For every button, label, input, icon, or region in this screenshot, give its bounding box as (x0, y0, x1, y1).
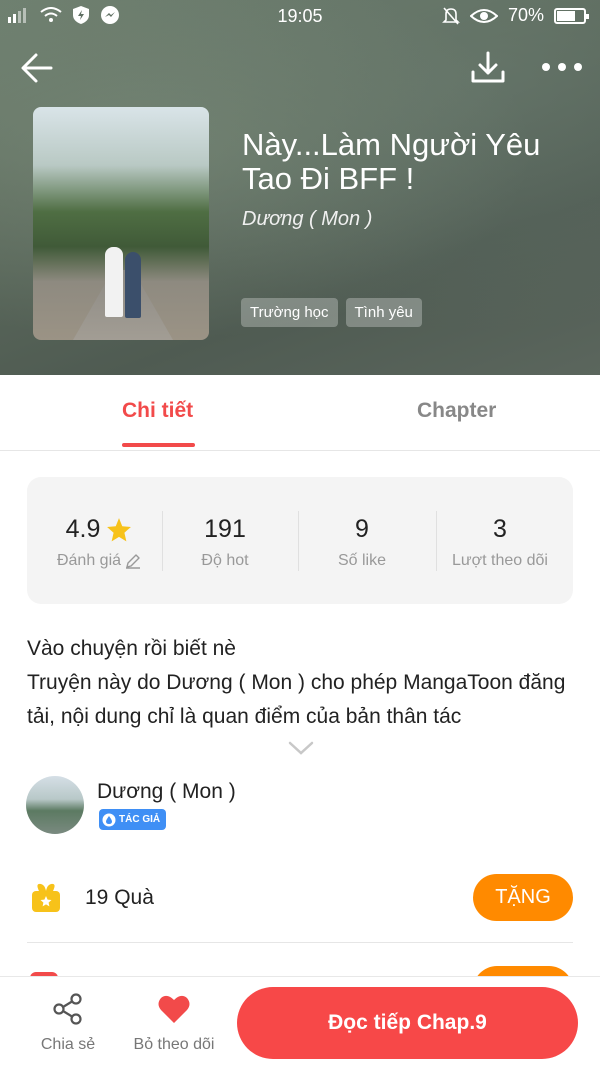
gift-count: 19 Quà (85, 886, 154, 909)
genre-tag[interactable]: Tình yêu (345, 298, 422, 327)
likes-label: Số like (337, 552, 387, 569)
author-name[interactable]: Dương ( Mon ) (97, 780, 236, 804)
gift-icon (32, 883, 60, 912)
author-avatar[interactable] (26, 776, 84, 834)
likes-value: 9 (355, 515, 369, 543)
star-icon (107, 517, 132, 541)
stat-hot: 191 Độ hot (157, 515, 293, 570)
rating-label: Đánh giá (56, 552, 122, 569)
unfollow-button[interactable]: Bỏ theo dõi (126, 993, 222, 1054)
unfollow-label: Bỏ theo dõi (133, 1036, 215, 1053)
description-line: Truyện này do Dương ( Mon ) cho phép Man… (27, 671, 566, 728)
description[interactable]: Vào chuyện rồi biết nè Truyện này do Dươ… (27, 632, 587, 734)
genre-tag[interactable]: Trường học (241, 298, 338, 327)
share-button[interactable]: Chia sẻ (30, 993, 106, 1054)
download-icon[interactable] (468, 48, 508, 88)
tab-bar: Chi tiết Chapter (0, 375, 600, 451)
cover-road (73, 270, 173, 340)
tab-active-indicator (122, 443, 195, 447)
heart-icon (158, 995, 190, 1023)
header-banner: 19:05 70% Này...Làm Người Yêu Tao Đi BFF… (0, 0, 600, 375)
tab-chapter[interactable]: Chapter (417, 399, 496, 423)
followers-value: 3 (493, 515, 507, 543)
divider (27, 942, 573, 943)
give-gift-button[interactable]: TẶNG (473, 874, 573, 921)
eye-icon (469, 8, 498, 23)
author-badge: TÁC GIẢ (99, 809, 167, 830)
stat-likes: 9 Số like (294, 515, 430, 570)
stat-rating[interactable]: 4.9 Đánh giá (31, 515, 167, 570)
share-icon (53, 993, 82, 1025)
bottom-action-bar: Chia sẻ Bỏ theo dõi Đọc tiếp Chap.9 (0, 976, 600, 1067)
share-label: Chia sẻ (40, 1036, 96, 1053)
more-options-icon[interactable] (538, 52, 586, 82)
battery-percent: 70% (507, 5, 544, 25)
comic-title: Này...Làm Người Yêu Tao Đi BFF ! (242, 127, 541, 196)
status-right-icons: 70% (442, 5, 589, 26)
stat-followers: 3 Lượt theo dõi (432, 515, 568, 570)
cover-figure (105, 247, 123, 317)
continue-reading-button[interactable]: Đọc tiếp Chap.9 (237, 987, 578, 1059)
pencil-icon[interactable] (125, 553, 141, 569)
author-badge-label: TÁC GIẢ (119, 814, 161, 825)
back-arrow-icon[interactable] (18, 48, 58, 88)
header-author[interactable]: Dương ( Mon ) (242, 208, 372, 231)
cover-image[interactable] (33, 107, 209, 340)
description-line: Vào chuyện rồi biết nè (27, 637, 236, 660)
hot-label: Độ hot (201, 552, 249, 569)
drop-icon (102, 813, 116, 826)
mute-icon (442, 6, 460, 25)
cover-figure (125, 252, 141, 318)
status-bar: 19:05 70% (0, 0, 600, 32)
battery-icon (554, 7, 589, 24)
chevron-down-icon[interactable] (288, 741, 314, 755)
followers-label: Lượt theo dõi (452, 552, 548, 569)
rating-value: 4.9 (65, 515, 101, 543)
tab-details[interactable]: Chi tiết (122, 399, 193, 423)
stats-panel: 4.9 Đánh giá 191 Độ hot 9 Số like 3 Lượt… (27, 477, 573, 604)
genre-tags: Trường học Tình yêu (241, 298, 422, 327)
hot-value: 191 (204, 515, 246, 543)
